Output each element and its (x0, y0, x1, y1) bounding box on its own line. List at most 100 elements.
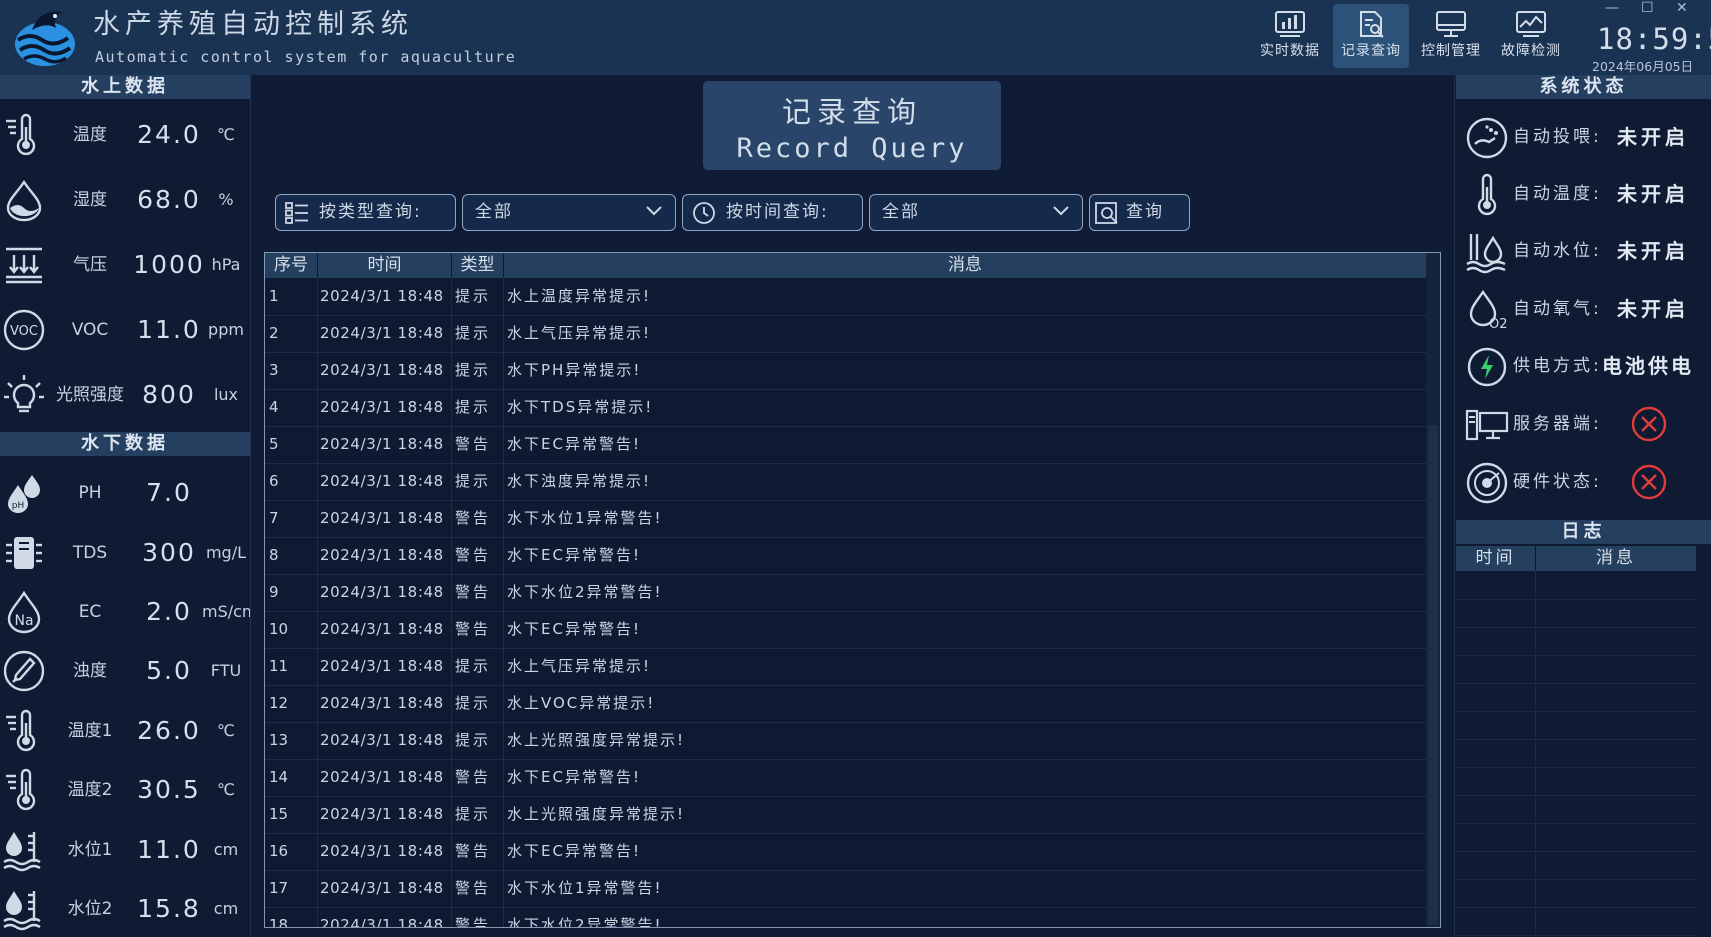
sensor-above-humidity: 湿度 68.0 % (0, 172, 250, 228)
nav-fault-detection[interactable]: 故障检测 (1493, 4, 1569, 68)
table-row[interactable]: 11 2024/3/1 18:48 提示 水上气压异常提示! (265, 648, 1426, 686)
row-index: 4 (269, 398, 279, 416)
sensor-name: 温度 (73, 125, 107, 145)
row-index: 17 (269, 879, 289, 897)
row-type: 提示 (455, 398, 492, 416)
row-message: 水下EC异常警告! (507, 842, 641, 860)
log-column-message[interactable]: 消息 (1536, 546, 1696, 571)
table-row[interactable]: 8 2024/3/1 18:48 警告 水下EC异常警告! (265, 537, 1426, 575)
table-row[interactable]: 17 2024/3/1 18:48 警告 水下水位1异常警告! (265, 870, 1426, 908)
row-type: 提示 (455, 731, 492, 749)
row-time: 2024/3/1 18:48 (320, 546, 444, 564)
clock-icon (693, 202, 715, 224)
row-index: 6 (269, 472, 279, 490)
row-type: 警告 (455, 583, 492, 601)
log-column-time[interactable]: 时间 (1456, 546, 1536, 571)
status-value: 电池供电 (1602, 354, 1694, 378)
row-message: 水下EC异常警告! (507, 620, 641, 638)
column-header-message[interactable]: 消息 (504, 253, 1426, 278)
row-type: 提示 (455, 472, 492, 490)
svg-text:O2: O2 (1489, 317, 1508, 332)
status-label: 自动氧气: (1513, 299, 1602, 319)
sensor-value: 11.0 (137, 835, 201, 864)
minimize-icon[interactable]: — (1605, 0, 1619, 16)
pressure-icon (6, 247, 42, 284)
column-header-index[interactable]: 序号 (265, 253, 318, 278)
table-row[interactable]: 14 2024/3/1 18:48 警告 水下EC异常警告! (265, 759, 1426, 797)
sensor-name: PH (78, 483, 102, 503)
column-header-time[interactable]: 时间 (318, 253, 452, 278)
table-row[interactable]: 15 2024/3/1 18:48 提示 水上光照强度异常提示! (265, 796, 1426, 834)
underwater-title: 水下数据 (0, 432, 250, 456)
maximize-icon[interactable]: ☐ (1641, 0, 1654, 16)
row-index: 14 (269, 768, 289, 786)
sensor-under-ph: pH PH 7.0 (0, 465, 250, 521)
sensor-above-voc: VOC VOC 11.0 ppm (0, 302, 250, 358)
thermometer-icon (6, 113, 36, 156)
table-row[interactable]: 7 2024/3/1 18:48 警告 水下水位1异常警告! (265, 500, 1426, 538)
svg-text:pH: pH (12, 501, 24, 511)
sensor-unit: mS/cm (202, 602, 258, 621)
status-power-supply: 供电方式: 电池供电 (1455, 338, 1711, 394)
time-select[interactable]: 全部 (869, 194, 1083, 231)
table-row[interactable]: 16 2024/3/1 18:48 警告 水下EC异常警告! (265, 833, 1426, 871)
row-index: 12 (269, 694, 289, 712)
sensor-name: TDS (72, 543, 108, 563)
status-auto-water-level: 自动水位: 未开启 (1455, 223, 1711, 279)
row-index: 5 (269, 435, 279, 453)
sensor-unit: ℃ (217, 125, 235, 144)
error-x-icon (1631, 464, 1667, 500)
table-row[interactable]: 13 2024/3/1 18:48 提示 水上光照强度异常提示! (265, 722, 1426, 760)
row-index: 9 (269, 583, 279, 601)
search-button[interactable]: 查询 (1089, 194, 1190, 231)
status-value: 未开启 (1617, 125, 1689, 149)
row-time: 2024/3/1 18:48 (320, 916, 444, 928)
type-select[interactable]: 全部 (462, 194, 676, 231)
table-row[interactable]: 10 2024/3/1 18:48 警告 水下EC异常警告! (265, 611, 1426, 649)
nav-label: 故障检测 (1501, 43, 1561, 59)
row-time: 2024/3/1 18:48 (320, 842, 444, 860)
query-by-type-label: 按类型查询: (319, 202, 422, 222)
query-by-type-label-box: 按类型查询: (275, 194, 456, 231)
close-icon[interactable]: ✕ (1676, 0, 1688, 16)
row-type: 提示 (455, 324, 492, 342)
status-auto-feeding: 自动投喂: 未开启 (1455, 109, 1711, 165)
status-label: 服务器端: (1513, 414, 1602, 434)
table-row[interactable]: 9 2024/3/1 18:48 警告 水下水位2异常警告! (265, 574, 1426, 612)
thermometer-icon (6, 709, 36, 752)
nav-realtime-data[interactable]: 实时数据 (1252, 4, 1328, 68)
row-message: 水上VOC异常提示! (507, 694, 656, 712)
page-title-card: 记录查询 Record Query (703, 81, 1001, 170)
table-row[interactable]: 1 2024/3/1 18:48 提示 水上温度异常提示! (265, 278, 1426, 316)
search-doc-icon (1095, 202, 1118, 224)
sensor-name: VOC (71, 320, 109, 340)
table-row[interactable]: 4 2024/3/1 18:48 提示 水下TDS异常提示! (265, 389, 1426, 427)
status-server: 服务器端: (1455, 396, 1711, 452)
status-auto-temperature: 自动温度: 未开启 (1455, 166, 1711, 222)
turbidity-icon (3, 650, 45, 692)
sensor-under-water-level1: 水位1 11.0 cm (0, 822, 250, 878)
sensor-value: 800 (142, 380, 196, 409)
table-scrollbar[interactable] (1426, 253, 1440, 927)
nav-record-query[interactable]: 记录查询 (1333, 4, 1409, 68)
table-row[interactable]: 12 2024/3/1 18:48 提示 水上VOC异常提示! (265, 685, 1426, 723)
row-index: 18 (269, 916, 289, 928)
table-row[interactable]: 6 2024/3/1 18:48 提示 水下浊度异常提示! (265, 463, 1426, 501)
row-index: 1 (269, 287, 279, 305)
query-by-time-label: 按时间查询: (726, 202, 829, 222)
row-index: 16 (269, 842, 289, 860)
sensor-under-ec: Na EC 2.0 mS/cm (0, 584, 258, 640)
table-row[interactable]: 2 2024/3/1 18:48 提示 水上气压异常提示! (265, 315, 1426, 353)
table-row[interactable]: 18 2024/3/1 18:48 警告 水下水位2异常警告! (265, 907, 1426, 928)
scrollbar-thumb[interactable] (1428, 425, 1438, 925)
nav-control-management[interactable]: 控制管理 (1413, 4, 1489, 68)
o2-drop-icon: O2 (1469, 289, 1508, 332)
table-row[interactable]: 3 2024/3/1 18:48 提示 水下PH异常提示! (265, 352, 1426, 390)
sensor-value: 2.0 (146, 597, 192, 626)
na-drop-icon: Na (7, 590, 41, 634)
feeding-icon (1466, 117, 1508, 159)
row-message: 水下水位1异常警告! (507, 509, 663, 527)
row-time: 2024/3/1 18:48 (320, 731, 444, 749)
column-header-type[interactable]: 类型 (452, 253, 504, 278)
table-row[interactable]: 5 2024/3/1 18:48 警告 水下EC异常警告! (265, 426, 1426, 464)
